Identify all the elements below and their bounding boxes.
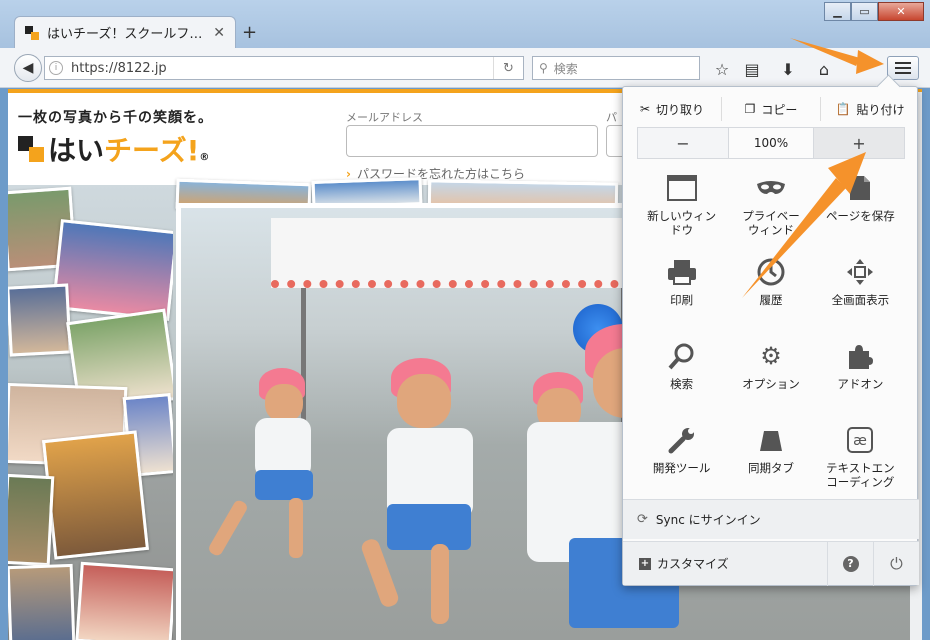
annotation-arrow-to-zoom bbox=[742, 152, 866, 298]
annotation-arrows bbox=[742, 38, 884, 298]
annotation-arrow-to-menu bbox=[790, 38, 884, 74]
